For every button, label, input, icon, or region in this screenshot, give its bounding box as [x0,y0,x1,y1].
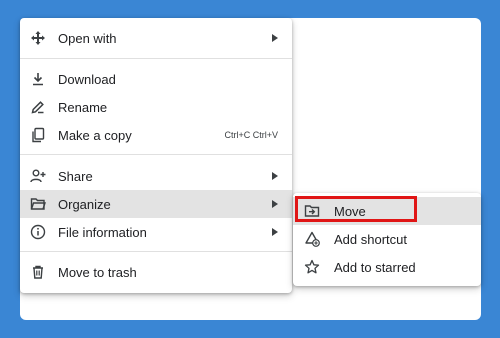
menu-divider [20,154,292,155]
menu-item-download[interactable]: Download [20,65,292,93]
submenu-item-label: Add shortcut [334,231,407,247]
copy-icon [29,126,47,144]
pencil-icon [29,98,47,116]
trash-icon [29,263,47,281]
context-menu: Open with Download Rename Make a copy Ct… [20,18,292,293]
menu-item-move-to-trash[interactable]: Move to trash [20,258,292,286]
menu-item-rename[interactable]: Rename [20,93,292,121]
submenu-item-add-shortcut[interactable]: Add shortcut [293,225,481,253]
menu-divider [20,58,292,59]
submenu-item-label: Add to starred [334,259,416,275]
folder-open-icon [29,195,47,213]
menu-item-file-information[interactable]: File information [20,218,292,246]
keyboard-shortcut: Ctrl+C Ctrl+V [224,130,278,140]
menu-item-label: Open with [58,30,117,46]
menu-item-open-with[interactable]: Open with [20,24,292,52]
download-icon [29,70,47,88]
submenu-arrow-icon [272,228,278,236]
submenu-item-add-to-starred[interactable]: Add to starred [293,253,481,281]
submenu-arrow-icon [272,200,278,208]
menu-item-label: File information [58,224,147,240]
submenu-arrow-icon [272,34,278,42]
menu-item-organize[interactable]: Organize [20,190,292,218]
info-icon [29,223,47,241]
person-add-icon [29,167,47,185]
menu-item-share[interactable]: Share [20,162,292,190]
menu-divider [20,251,292,252]
menu-item-label: Share [58,168,93,184]
menu-item-label: Download [58,71,116,87]
menu-item-make-copy[interactable]: Make a copy Ctrl+C Ctrl+V [20,121,292,149]
star-icon [303,258,321,276]
menu-item-label: Make a copy [58,127,132,143]
menu-item-label: Move to trash [58,264,137,280]
menu-item-label: Organize [58,196,111,212]
highlight-annotation-box [295,196,417,222]
add-shortcut-icon [303,230,321,248]
menu-item-label: Rename [58,99,108,115]
submenu-arrow-icon [272,172,278,180]
move-arrows-icon [29,29,47,47]
